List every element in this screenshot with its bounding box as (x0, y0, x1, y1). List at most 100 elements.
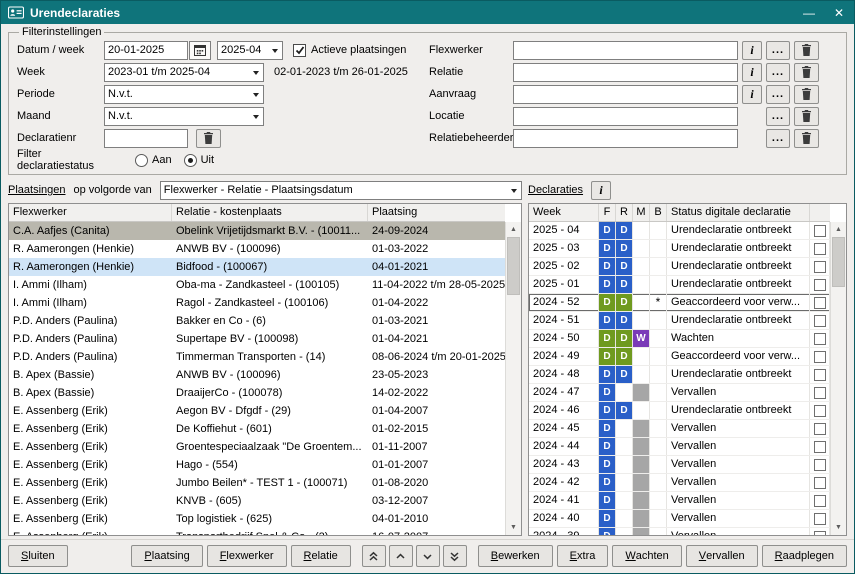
relatie-trash-icon[interactable] (794, 63, 819, 82)
declaratienr-input[interactable] (104, 129, 188, 148)
declaration-row[interactable]: 2024 - 51DDUrendeclaratie ontbreekt (529, 312, 830, 330)
flexwerker-filter-input[interactable] (513, 41, 738, 60)
flexwerker-browse-button[interactable]: ... (766, 41, 790, 60)
declaration-row[interactable]: 2025 - 03DDUrendeclaratie ontbreekt (529, 240, 830, 258)
declaration-row[interactable]: 2024 - 46DDUrendeclaratie ontbreekt (529, 402, 830, 420)
vervallen-button[interactable]: Vervallen (686, 545, 758, 567)
sort-select[interactable]: Flexwerker - Relatie - Plaatsingsdatum (160, 181, 522, 200)
declaration-row[interactable]: 2024 - 50DDWWachten (529, 330, 830, 348)
declaratienr-trash-icon[interactable] (196, 129, 221, 148)
placement-row[interactable]: P.D. Anders (Paulina)Supertape BV - (100… (9, 330, 505, 348)
relatie-browse-button[interactable]: ... (766, 63, 790, 82)
declaration-row[interactable]: 2025 - 01DDUrendeclaratie ontbreekt (529, 276, 830, 294)
row-checkbox[interactable] (814, 459, 826, 471)
first-button-double-chevron-up-icon[interactable] (362, 545, 386, 567)
actieve-plaatsingen-checkbox[interactable] (293, 44, 306, 57)
row-checkbox[interactable] (814, 387, 826, 399)
declaration-row[interactable]: 2024 - 42DVervallen (529, 474, 830, 492)
aanvraag-filter-input[interactable] (513, 85, 738, 104)
row-checkbox[interactable] (814, 423, 826, 435)
declaration-row[interactable]: 2024 - 52DD*Geaccordeerd voor verw... (529, 294, 830, 312)
relatie-button[interactable]: Relatie (291, 545, 351, 567)
declaration-row[interactable]: 2024 - 47DVervallen (529, 384, 830, 402)
row-checkbox[interactable] (814, 315, 826, 327)
week-select[interactable]: 2023-01 t/m 2025-04 (104, 63, 264, 82)
status-aan-label[interactable]: Aan (152, 154, 172, 166)
scroll-down-icon[interactable]: ▼ (831, 520, 846, 535)
status-uit-label[interactable]: Uit (201, 154, 214, 166)
relatie-info-button[interactable]: i (742, 63, 762, 82)
declaration-row[interactable]: 2025 - 04DDUrendeclaratie ontbreekt (529, 222, 830, 240)
row-checkbox[interactable] (814, 351, 826, 363)
declarations-vertical-scrollbar[interactable]: ▲ ▼ (830, 222, 846, 535)
placement-row[interactable]: C.A. Aafjes (Canita)Obelink Vrijetijdsma… (9, 222, 505, 240)
sluiten-button[interactable]: Sluiten (8, 545, 68, 567)
locatie-browse-button[interactable]: ... (766, 107, 790, 126)
placement-row[interactable]: B. Apex (Bassie)ANWB BV - (100096)23-05-… (9, 366, 505, 384)
relatiebeheerder-trash-icon[interactable] (794, 129, 819, 148)
scroll-thumb[interactable] (507, 237, 520, 295)
flexwerker-info-button[interactable]: i (742, 41, 762, 60)
plaatsingen-toggle[interactable]: Plaatsingen (8, 184, 66, 196)
column-header-f[interactable]: F (599, 204, 616, 221)
plaatsing-button[interactable]: Plaatsing (131, 545, 202, 567)
column-header-week[interactable]: Week (529, 204, 599, 221)
declaration-row[interactable]: 2024 - 39DVervallen (529, 528, 830, 535)
declaration-row[interactable]: 2025 - 02DDUrendeclaratie ontbreekt (529, 258, 830, 276)
last-button-double-chevron-down-icon[interactable] (443, 545, 467, 567)
flexwerker-button[interactable]: Flexwerker (207, 545, 287, 567)
datum-input[interactable] (104, 41, 188, 60)
scroll-down-icon[interactable]: ▼ (506, 520, 521, 535)
column-header-m[interactable]: M (633, 204, 650, 221)
datum-week-select[interactable]: 2025-04 (217, 41, 283, 60)
declaration-row[interactable]: 2024 - 44DVervallen (529, 438, 830, 456)
column-header-status[interactable]: Status digitale declaratie (667, 204, 810, 221)
relatiebeheerder-browse-button[interactable]: ... (766, 129, 790, 148)
maand-select[interactable]: N.v.t. (104, 107, 264, 126)
row-checkbox[interactable] (814, 225, 826, 237)
placement-row[interactable]: E. Assenberg (Erik)De Koffiehut - (601)0… (9, 420, 505, 438)
row-checkbox[interactable] (814, 531, 826, 536)
minimize-button[interactable]: — (801, 6, 817, 20)
previous-button-chevron-up-icon[interactable] (389, 545, 413, 567)
scroll-up-icon[interactable]: ▲ (506, 222, 521, 237)
placement-row[interactable]: E. Assenberg (Erik)Transportbedrijf Snel… (9, 528, 505, 535)
placement-row[interactable]: R. Aamerongen (Henkie)Bidfood - (100067)… (9, 258, 505, 276)
status-uit-radio[interactable] (184, 154, 197, 167)
placement-row[interactable]: P.D. Anders (Paulina)Bakker en Co - (6)0… (9, 312, 505, 330)
placements-vertical-scrollbar[interactable]: ▲ ▼ (505, 222, 521, 535)
row-checkbox[interactable] (814, 279, 826, 291)
row-checkbox[interactable] (814, 405, 826, 417)
extra-button[interactable]: Extra (557, 545, 609, 567)
placement-row[interactable]: E. Assenberg (Erik)KNVB - (605)03-12-200… (9, 492, 505, 510)
column-header-relatie-kostenplaats[interactable]: Relatie - kostenplaats (172, 204, 368, 221)
declaration-row[interactable]: 2024 - 41DVervallen (529, 492, 830, 510)
placement-row[interactable]: E. Assenberg (Erik)Groentespeciaalzaak "… (9, 438, 505, 456)
row-checkbox[interactable] (814, 477, 826, 489)
aanvraag-info-button[interactable]: i (742, 85, 762, 104)
row-checkbox[interactable] (814, 513, 826, 525)
placement-row[interactable]: R. Aamerongen (Henkie)ANWB BV - (100096)… (9, 240, 505, 258)
placement-row[interactable]: B. Apex (Bassie)DraaijerCo - (100078)14-… (9, 384, 505, 402)
row-checkbox[interactable] (814, 243, 826, 255)
aanvraag-trash-icon[interactable] (794, 85, 819, 104)
declaraties-toggle[interactable]: Declaraties (528, 184, 583, 196)
aanvraag-browse-button[interactable]: ... (766, 85, 790, 104)
column-header-b[interactable]: B (650, 204, 667, 221)
row-checkbox[interactable] (814, 441, 826, 453)
periode-select[interactable]: N.v.t. (104, 85, 264, 104)
column-header-flexwerker[interactable]: Flexwerker (9, 204, 172, 221)
bewerken-button[interactable]: Bewerken (478, 545, 553, 567)
declaration-row[interactable]: 2024 - 49DDGeaccordeerd voor verw... (529, 348, 830, 366)
row-checkbox[interactable] (814, 369, 826, 381)
placement-row[interactable]: E. Assenberg (Erik)Hago - (554)01-01-200… (9, 456, 505, 474)
status-aan-radio[interactable] (135, 154, 148, 167)
relatie-filter-input[interactable] (513, 63, 738, 82)
placement-row[interactable]: E. Assenberg (Erik)Jumbo Beilen* - TEST … (9, 474, 505, 492)
declaration-row[interactable]: 2024 - 45DVervallen (529, 420, 830, 438)
declaration-row[interactable]: 2024 - 48DDUrendeclaratie ontbreekt (529, 366, 830, 384)
locatie-trash-icon[interactable] (794, 107, 819, 126)
close-button[interactable]: ✕ (831, 6, 847, 20)
actieve-plaatsingen-label[interactable]: Actieve plaatsingen (311, 44, 406, 56)
declaration-row[interactable]: 2024 - 40DVervallen (529, 510, 830, 528)
